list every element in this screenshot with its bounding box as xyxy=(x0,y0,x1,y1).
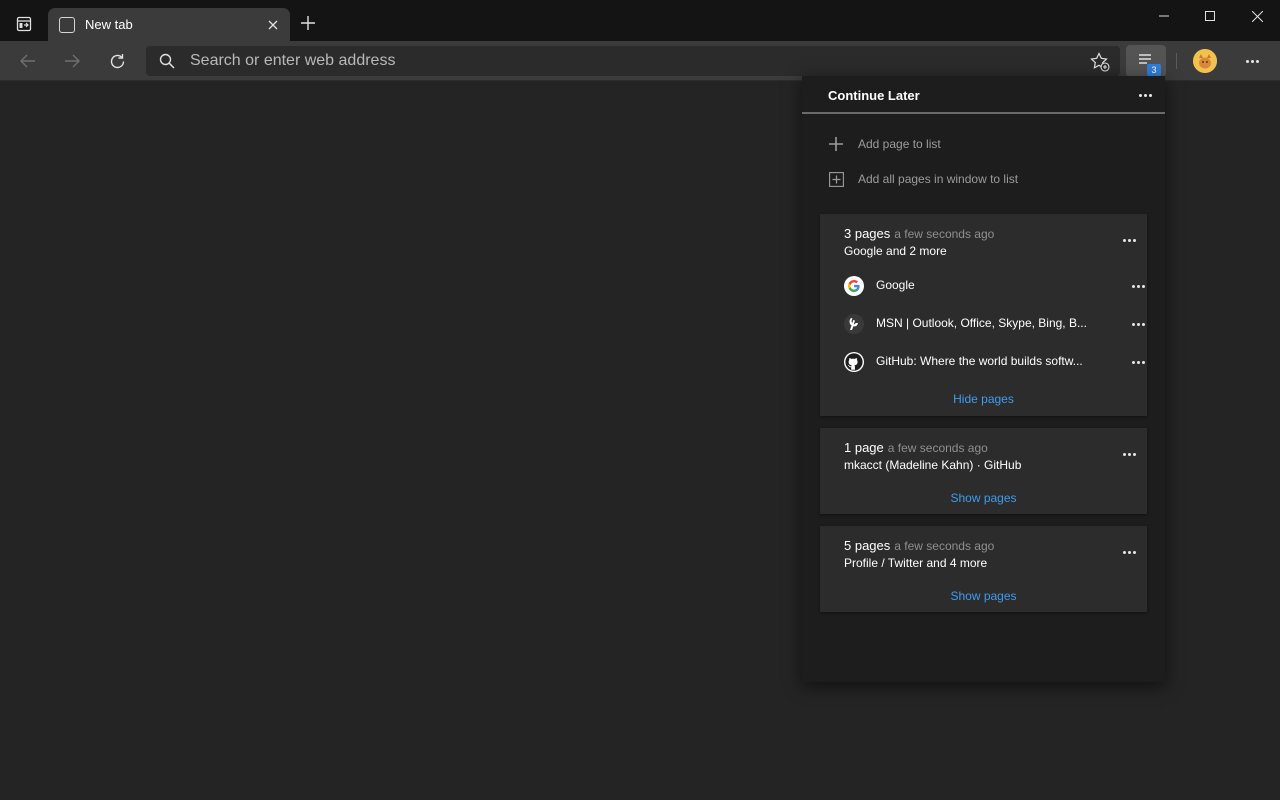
address-input[interactable] xyxy=(190,46,1070,76)
page-more-icon[interactable] xyxy=(1128,355,1148,369)
panel-more-icon[interactable] xyxy=(1133,86,1157,104)
list-item[interactable]: Google xyxy=(844,274,1145,298)
group-more-icon[interactable] xyxy=(1119,545,1139,559)
page-title: MSN | Outlook, Office, Skype, Bing, B... xyxy=(876,316,1087,330)
tab-new-tab[interactable]: New tab xyxy=(48,8,290,41)
group-more-icon[interactable] xyxy=(1119,233,1139,247)
title-bar: New tab xyxy=(0,0,1280,41)
minimize-icon[interactable] xyxy=(1141,0,1187,32)
toolbar-divider xyxy=(1176,53,1177,69)
address-bar[interactable] xyxy=(146,46,1120,76)
page-group-card[interactable]: 5 pages a few seconds ago Profile / Twitt… xyxy=(820,526,1147,612)
panel-title: Continue Later xyxy=(828,88,920,103)
add-all-pages-button[interactable]: Add all pages in window to list xyxy=(826,167,1146,191)
page-group-card[interactable]: 1 page a few seconds ago mkacct (Madeline… xyxy=(820,428,1147,514)
plus-icon xyxy=(826,134,846,154)
add-page-button[interactable]: Add page to list xyxy=(826,132,1146,156)
profile-avatar[interactable] xyxy=(1193,49,1217,73)
group-count: 1 page a few seconds ago xyxy=(844,440,988,455)
collections-button[interactable]: 3 xyxy=(1126,45,1166,77)
close-window-icon[interactable] xyxy=(1234,0,1280,32)
search-icon xyxy=(159,53,175,69)
collections-badge: 3 xyxy=(1147,64,1161,76)
page-title: GitHub: Where the world builds softw... xyxy=(876,354,1083,368)
page-icon xyxy=(59,17,75,33)
tab-actions-icon[interactable] xyxy=(8,8,40,40)
group-summary: Google and 2 more xyxy=(844,244,947,258)
group-summary: mkacct (Madeline Kahn) · GitHub xyxy=(844,458,1022,472)
hide-pages-link[interactable]: Hide pages xyxy=(820,392,1147,406)
page-group-card[interactable]: 3 pages a few seconds ago Google and 2 mo… xyxy=(820,214,1147,416)
back-arrow-icon[interactable] xyxy=(12,45,44,77)
list-item[interactable]: GitHub: Where the world builds softw... xyxy=(844,350,1145,374)
add-all-pages-label: Add all pages in window to list xyxy=(858,172,1019,186)
settings-more-icon[interactable] xyxy=(1236,45,1268,77)
list-item[interactable]: MSN | Outlook, Office, Skype, Bing, B... xyxy=(844,312,1145,336)
close-tab-icon[interactable] xyxy=(264,16,282,34)
add-all-icon xyxy=(826,169,846,189)
add-page-label: Add page to list xyxy=(858,137,941,151)
refresh-icon[interactable] xyxy=(101,45,133,77)
group-more-icon[interactable] xyxy=(1119,447,1139,461)
show-pages-link[interactable]: Show pages xyxy=(820,589,1147,603)
group-count: 3 pages a few seconds ago xyxy=(844,226,995,241)
page-more-icon[interactable] xyxy=(1128,317,1148,331)
page-more-icon[interactable] xyxy=(1128,279,1148,293)
show-pages-link[interactable]: Show pages xyxy=(820,491,1147,505)
add-favorite-icon[interactable] xyxy=(1090,52,1110,72)
toolbar: 3 xyxy=(0,41,1280,81)
maximize-icon[interactable] xyxy=(1187,0,1233,32)
group-summary: Profile / Twitter and 4 more xyxy=(844,556,988,570)
group-time: a few seconds ago xyxy=(894,227,995,241)
collections-panel: Continue Later Add page to list Add all … xyxy=(802,76,1165,682)
google-icon xyxy=(844,276,864,296)
group-time: a few seconds ago xyxy=(894,539,995,553)
new-tab-plus-icon[interactable] xyxy=(296,11,320,35)
group-time: a few seconds ago xyxy=(887,441,988,455)
page-title: Google xyxy=(876,278,915,292)
group-count: 5 pages a few seconds ago xyxy=(844,538,995,553)
tab-title: New tab xyxy=(85,17,133,32)
forward-arrow-icon[interactable] xyxy=(56,45,88,77)
msn-icon xyxy=(844,314,864,334)
github-icon xyxy=(844,352,864,372)
panel-header: Continue Later xyxy=(802,76,1165,114)
